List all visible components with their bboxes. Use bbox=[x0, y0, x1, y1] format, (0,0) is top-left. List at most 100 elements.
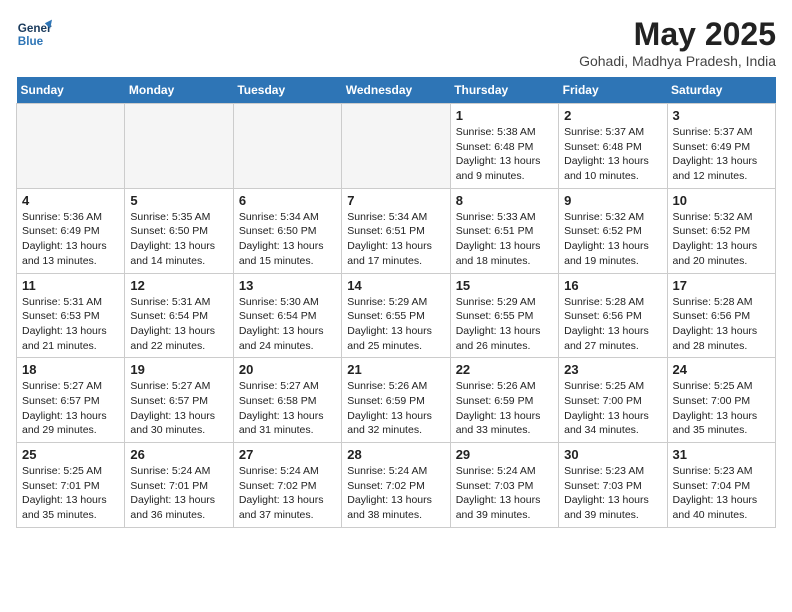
day-info: Sunrise: 5:25 AMSunset: 7:01 PMDaylight:… bbox=[22, 464, 119, 523]
logo-icon: General Blue bbox=[16, 16, 52, 52]
day-number: 30 bbox=[564, 447, 661, 462]
week-row-5: 25 Sunrise: 5:25 AMSunset: 7:01 PMDayligh… bbox=[17, 443, 776, 528]
calendar-cell bbox=[125, 104, 233, 189]
calendar-cell: 25 Sunrise: 5:25 AMSunset: 7:01 PMDayligh… bbox=[17, 443, 125, 528]
day-info: Sunrise: 5:35 AMSunset: 6:50 PMDaylight:… bbox=[130, 210, 227, 269]
calendar-cell: 4Sunrise: 5:36 AMSunset: 6:49 PMDaylight… bbox=[17, 188, 125, 273]
day-number: 15 bbox=[456, 278, 553, 293]
calendar-cell: 23 Sunrise: 5:25 AMSunset: 7:00 PMDayligh… bbox=[559, 358, 667, 443]
day-info: Sunrise: 5:36 AMSunset: 6:49 PMDaylight:… bbox=[22, 210, 119, 269]
month-title: May 2025 bbox=[579, 16, 776, 53]
day-info: Sunrise: 5:24 AMSunset: 7:01 PMDaylight:… bbox=[130, 464, 227, 523]
day-number: 23 bbox=[564, 362, 661, 377]
day-info: Sunrise: 5:23 AMSunset: 7:04 PMDaylight:… bbox=[673, 464, 770, 523]
day-number: 17 bbox=[673, 278, 770, 293]
week-row-1: 1 Sunrise: 5:38 AMSunset: 6:48 PMDaylight… bbox=[17, 104, 776, 189]
location: Gohadi, Madhya Pradesh, India bbox=[579, 53, 776, 69]
day-number: 25 bbox=[22, 447, 119, 462]
day-number: 19 bbox=[130, 362, 227, 377]
calendar-cell: 16 Sunrise: 5:28 AMSunset: 6:56 PMDayligh… bbox=[559, 273, 667, 358]
calendar-cell: 12 Sunrise: 5:31 AMSunset: 6:54 PMDayligh… bbox=[125, 273, 233, 358]
day-info: Sunrise: 5:23 AMSunset: 7:03 PMDaylight:… bbox=[564, 464, 661, 523]
calendar-cell: 3Sunrise: 5:37 AMSunset: 6:49 PMDaylight… bbox=[667, 104, 775, 189]
day-number: 29 bbox=[456, 447, 553, 462]
day-number: 11 bbox=[22, 278, 119, 293]
day-info: Sunrise: 5:32 AMSunset: 6:52 PMDaylight:… bbox=[673, 210, 770, 269]
day-info: Sunrise: 5:34 AMSunset: 6:50 PMDaylight:… bbox=[239, 210, 336, 269]
day-number: 1 bbox=[456, 108, 553, 123]
day-info: Sunrise: 5:26 AMSunset: 6:59 PMDaylight:… bbox=[456, 379, 553, 438]
day-number: 31 bbox=[673, 447, 770, 462]
calendar-cell bbox=[233, 104, 341, 189]
day-info: Sunrise: 5:37 AMSunset: 6:48 PMDaylight:… bbox=[564, 125, 661, 184]
day-number: 18 bbox=[22, 362, 119, 377]
day-number: 14 bbox=[347, 278, 444, 293]
day-number: 6 bbox=[239, 193, 336, 208]
weekday-header-tuesday: Tuesday bbox=[233, 77, 341, 104]
day-info: Sunrise: 5:31 AMSunset: 6:54 PMDaylight:… bbox=[130, 295, 227, 354]
day-number: 20 bbox=[239, 362, 336, 377]
day-info: Sunrise: 5:29 AMSunset: 6:55 PMDaylight:… bbox=[347, 295, 444, 354]
day-number: 5 bbox=[130, 193, 227, 208]
day-info: Sunrise: 5:37 AMSunset: 6:49 PMDaylight:… bbox=[673, 125, 770, 184]
day-info: Sunrise: 5:25 AMSunset: 7:00 PMDaylight:… bbox=[564, 379, 661, 438]
calendar-table: SundayMondayTuesdayWednesdayThursdayFrid… bbox=[16, 77, 776, 528]
week-row-3: 11 Sunrise: 5:31 AMSunset: 6:53 PMDayligh… bbox=[17, 273, 776, 358]
calendar-cell: 24 Sunrise: 5:25 AMSunset: 7:00 PMDayligh… bbox=[667, 358, 775, 443]
week-row-4: 18 Sunrise: 5:27 AMSunset: 6:57 PMDayligh… bbox=[17, 358, 776, 443]
day-info: Sunrise: 5:27 AMSunset: 6:57 PMDaylight:… bbox=[22, 379, 119, 438]
calendar-cell: 28 Sunrise: 5:24 AMSunset: 7:02 PMDayligh… bbox=[342, 443, 450, 528]
day-number: 2 bbox=[564, 108, 661, 123]
day-number: 28 bbox=[347, 447, 444, 462]
logo: General Blue bbox=[16, 16, 52, 52]
calendar-cell: 29Sunrise: 5:24 AMSunset: 7:03 PMDayligh… bbox=[450, 443, 558, 528]
calendar-cell: 2 Sunrise: 5:37 AMSunset: 6:48 PMDaylight… bbox=[559, 104, 667, 189]
calendar-cell: 11 Sunrise: 5:31 AMSunset: 6:53 PMDayligh… bbox=[17, 273, 125, 358]
calendar-cell: 15Sunrise: 5:29 AMSunset: 6:55 PMDayligh… bbox=[450, 273, 558, 358]
calendar-cell bbox=[17, 104, 125, 189]
calendar-cell: 13 Sunrise: 5:30 AMSunset: 6:54 PMDayligh… bbox=[233, 273, 341, 358]
page-header: General Blue May 2025 Gohadi, Madhya Pra… bbox=[16, 16, 776, 69]
day-info: Sunrise: 5:28 AMSunset: 6:56 PMDaylight:… bbox=[673, 295, 770, 354]
calendar-cell: 27 Sunrise: 5:24 AMSunset: 7:02 PMDayligh… bbox=[233, 443, 341, 528]
weekday-header-sunday: Sunday bbox=[17, 77, 125, 104]
day-info: Sunrise: 5:38 AMSunset: 6:48 PMDaylight:… bbox=[456, 125, 553, 184]
calendar-cell: 31 Sunrise: 5:23 AMSunset: 7:04 PMDayligh… bbox=[667, 443, 775, 528]
day-number: 12 bbox=[130, 278, 227, 293]
day-info: Sunrise: 5:30 AMSunset: 6:54 PMDaylight:… bbox=[239, 295, 336, 354]
day-info: Sunrise: 5:28 AMSunset: 6:56 PMDaylight:… bbox=[564, 295, 661, 354]
calendar-cell: 26 Sunrise: 5:24 AMSunset: 7:01 PMDayligh… bbox=[125, 443, 233, 528]
week-row-2: 4Sunrise: 5:36 AMSunset: 6:49 PMDaylight… bbox=[17, 188, 776, 273]
calendar-cell bbox=[342, 104, 450, 189]
day-number: 24 bbox=[673, 362, 770, 377]
day-number: 16 bbox=[564, 278, 661, 293]
day-info: Sunrise: 5:32 AMSunset: 6:52 PMDaylight:… bbox=[564, 210, 661, 269]
title-area: May 2025 Gohadi, Madhya Pradesh, India bbox=[579, 16, 776, 69]
calendar-cell: 7Sunrise: 5:34 AMSunset: 6:51 PMDaylight… bbox=[342, 188, 450, 273]
day-info: Sunrise: 5:24 AMSunset: 7:02 PMDaylight:… bbox=[239, 464, 336, 523]
calendar-cell: 22Sunrise: 5:26 AMSunset: 6:59 PMDayligh… bbox=[450, 358, 558, 443]
day-info: Sunrise: 5:31 AMSunset: 6:53 PMDaylight:… bbox=[22, 295, 119, 354]
weekday-header-friday: Friday bbox=[559, 77, 667, 104]
calendar-cell: 14 Sunrise: 5:29 AMSunset: 6:55 PMDayligh… bbox=[342, 273, 450, 358]
day-info: Sunrise: 5:24 AMSunset: 7:02 PMDaylight:… bbox=[347, 464, 444, 523]
svg-text:Blue: Blue bbox=[18, 35, 44, 48]
weekday-header-wednesday: Wednesday bbox=[342, 77, 450, 104]
calendar-cell: 1 Sunrise: 5:38 AMSunset: 6:48 PMDaylight… bbox=[450, 104, 558, 189]
calendar-cell: 18 Sunrise: 5:27 AMSunset: 6:57 PMDayligh… bbox=[17, 358, 125, 443]
day-number: 27 bbox=[239, 447, 336, 462]
calendar-cell: 21Sunrise: 5:26 AMSunset: 6:59 PMDayligh… bbox=[342, 358, 450, 443]
day-info: Sunrise: 5:25 AMSunset: 7:00 PMDaylight:… bbox=[673, 379, 770, 438]
day-number: 13 bbox=[239, 278, 336, 293]
day-info: Sunrise: 5:34 AMSunset: 6:51 PMDaylight:… bbox=[347, 210, 444, 269]
day-number: 8 bbox=[456, 193, 553, 208]
day-number: 9 bbox=[564, 193, 661, 208]
weekday-header-thursday: Thursday bbox=[450, 77, 558, 104]
calendar-cell: 5 Sunrise: 5:35 AMSunset: 6:50 PMDaylight… bbox=[125, 188, 233, 273]
day-number: 26 bbox=[130, 447, 227, 462]
day-info: Sunrise: 5:27 AMSunset: 6:57 PMDaylight:… bbox=[130, 379, 227, 438]
calendar-cell: 9 Sunrise: 5:32 AMSunset: 6:52 PMDaylight… bbox=[559, 188, 667, 273]
weekday-header-row: SundayMondayTuesdayWednesdayThursdayFrid… bbox=[17, 77, 776, 104]
weekday-header-saturday: Saturday bbox=[667, 77, 775, 104]
calendar-cell: 30 Sunrise: 5:23 AMSunset: 7:03 PMDayligh… bbox=[559, 443, 667, 528]
